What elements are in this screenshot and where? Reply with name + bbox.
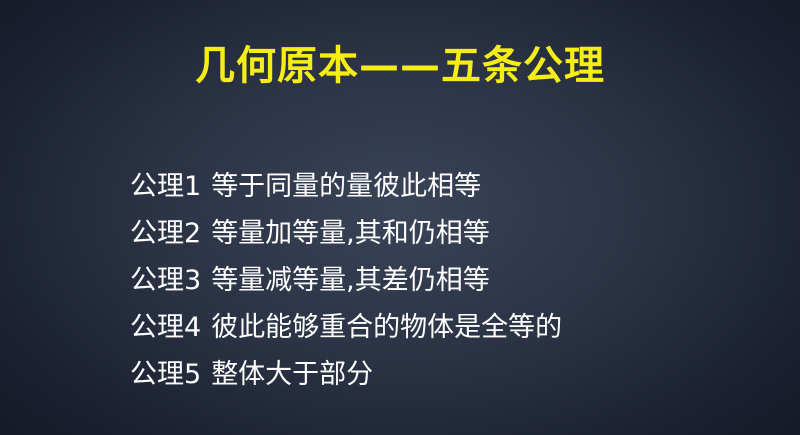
axiom-item: 公理5 整体大于部分 [130, 351, 562, 398]
axiom-item: 公理2 等量加等量,其和仍相等 [130, 210, 562, 257]
axiom-text: 等量减等量,其差仍相等 [211, 265, 490, 296]
axiom-label: 公理4 [130, 312, 202, 343]
axiom-text: 整体大于部分 [211, 359, 374, 390]
axiom-text: 等量加等量,其和仍相等 [211, 218, 490, 249]
slide: 几何原本——五条公理 公理1 等于同量的量彼此相等 公理2 等量加等量,其和仍相等 … [0, 0, 800, 435]
axiom-item: 公理3 等量减等量,其差仍相等 [130, 257, 562, 304]
axiom-list: 公理1 等于同量的量彼此相等 公理2 等量加等量,其和仍相等 公理3 等量减等量,其差… [130, 163, 562, 398]
axiom-text: 等于同量的量彼此相等 [211, 171, 482, 202]
axiom-label: 公理3 [130, 265, 202, 296]
axiom-text: 彼此能够重合的物体是全等的 [211, 312, 563, 343]
axiom-label: 公理5 [130, 359, 202, 390]
axiom-item: 公理4 彼此能够重合的物体是全等的 [130, 304, 562, 351]
axiom-label: 公理2 [130, 218, 202, 249]
axiom-item: 公理1 等于同量的量彼此相等 [130, 163, 562, 210]
axiom-label: 公理1 [130, 171, 202, 202]
slide-title: 几何原本——五条公理 [195, 43, 605, 89]
